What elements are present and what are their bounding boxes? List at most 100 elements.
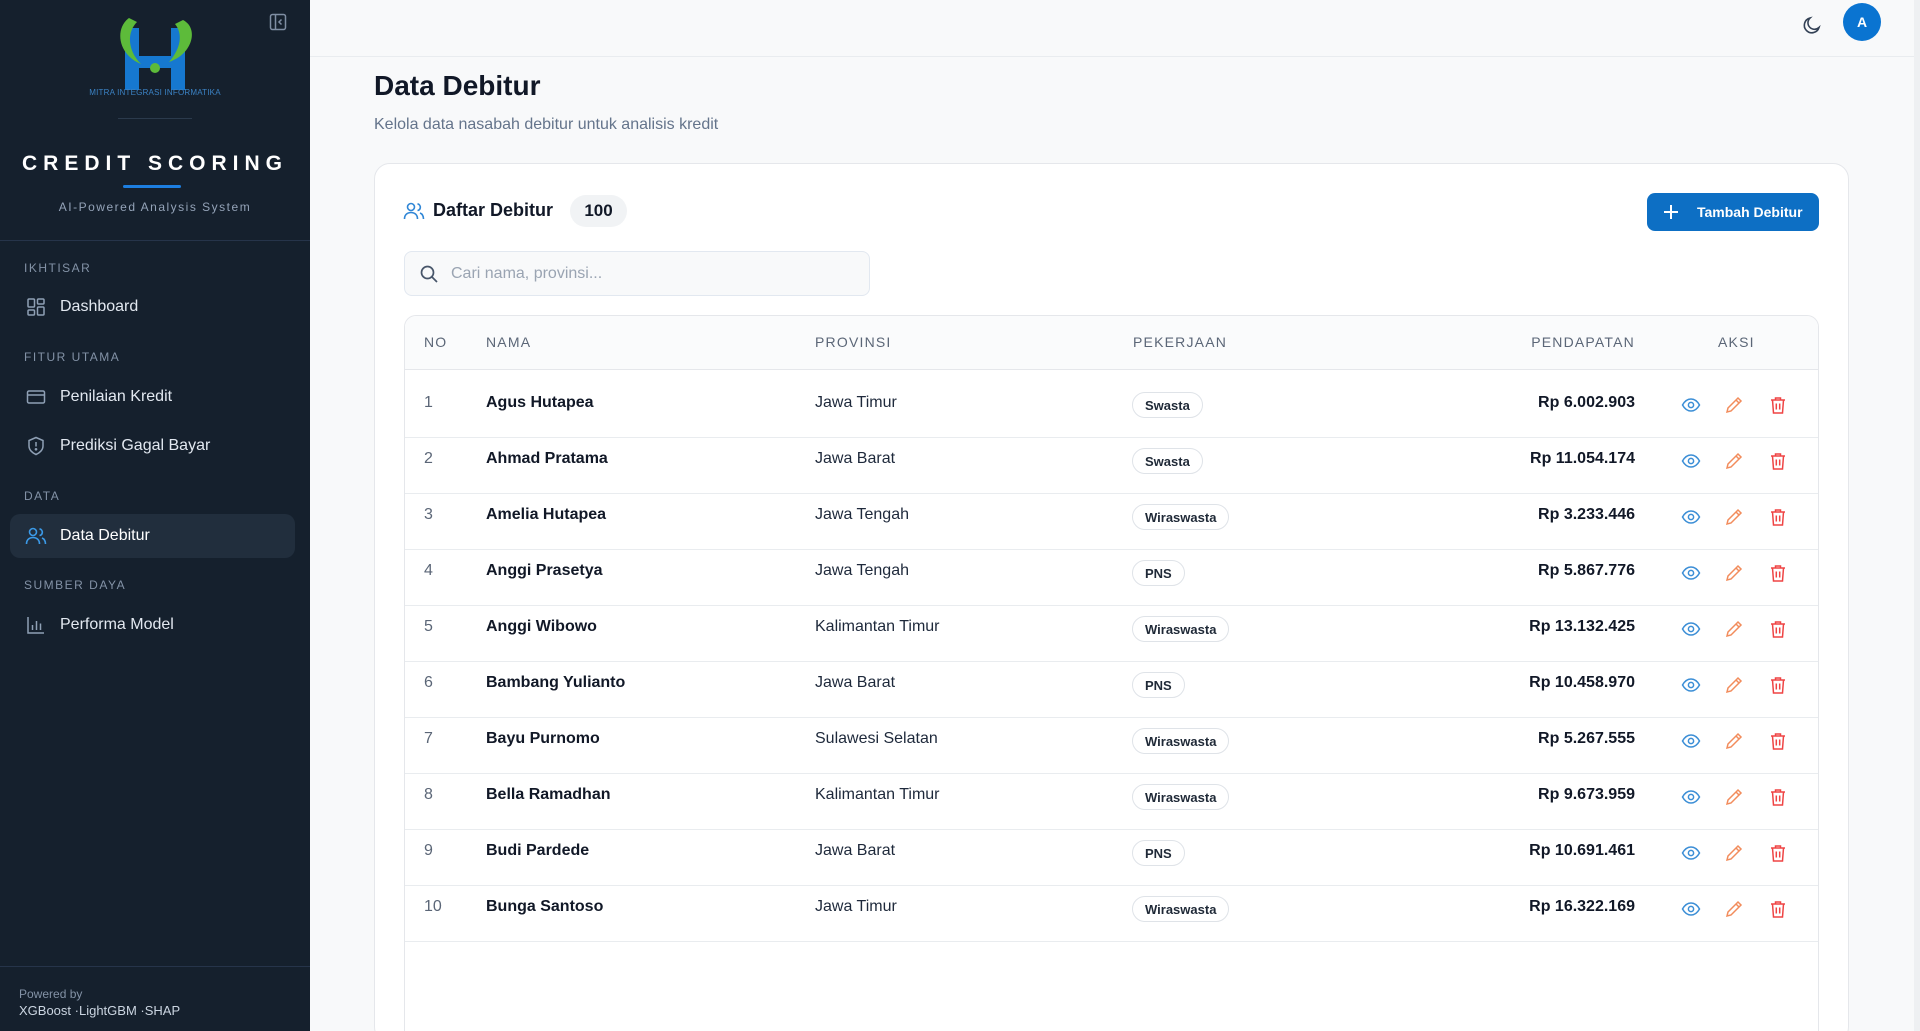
row-provinsi: Jawa Timur bbox=[815, 394, 897, 411]
col-header-aksi: AKSI bbox=[1718, 334, 1755, 350]
brand-title: CREDIT SCORING bbox=[21, 152, 288, 175]
col-header-provinsi: PROVINSI bbox=[815, 334, 892, 350]
view-icon[interactable] bbox=[1680, 562, 1702, 584]
job-badge: PNS bbox=[1132, 672, 1185, 698]
row-nama: Anggi Wibowo bbox=[486, 618, 597, 635]
nav-section-sumber-daya: SUMBER DAYA bbox=[24, 578, 127, 592]
row-pendapatan: Rp 5.267.555 bbox=[1538, 730, 1635, 747]
job-badge: Wiraswasta bbox=[1132, 896, 1230, 922]
sidebar-item-label: Prediksi Gagal Bayar bbox=[60, 437, 211, 454]
col-header-pekerjaan: PEKERJAAN bbox=[1133, 334, 1228, 350]
count-badge: 100 bbox=[570, 195, 627, 227]
row-no: 9 bbox=[424, 842, 433, 859]
row-pendapatan: Rp 6.002.903 bbox=[1538, 394, 1635, 411]
job-badge: Wiraswasta bbox=[1132, 784, 1230, 810]
view-icon[interactable] bbox=[1680, 898, 1702, 920]
row-nama: Agus Hutapea bbox=[486, 394, 594, 411]
row-provinsi: Kalimantan Timur bbox=[815, 618, 940, 635]
job-badge: Swasta bbox=[1132, 448, 1203, 474]
row-no: 6 bbox=[424, 674, 433, 691]
row-pendapatan: Rp 11.054.174 bbox=[1530, 450, 1635, 467]
tech-stack-label: XGBoost ·LightGBM ·SHAP bbox=[19, 1003, 181, 1018]
job-badge: Swasta bbox=[1132, 392, 1203, 418]
view-icon[interactable] bbox=[1680, 730, 1702, 752]
edit-icon[interactable] bbox=[1723, 562, 1745, 584]
bar-chart-icon bbox=[24, 613, 48, 637]
sidebar: MITRA INTEGRASI INFORMATIKA CREDIT SCORI… bbox=[0, 0, 310, 1031]
delete-icon[interactable] bbox=[1767, 506, 1789, 528]
row-nama: Anggi Prasetya bbox=[486, 562, 603, 579]
row-provinsi: Sulawesi Selatan bbox=[815, 730, 938, 747]
sidebar-item-data-debitur[interactable]: Data Debitur bbox=[10, 514, 295, 558]
row-provinsi: Jawa Barat bbox=[815, 674, 896, 691]
nav-section-ikhtisar: IKHTISAR bbox=[24, 261, 92, 275]
delete-icon[interactable] bbox=[1767, 786, 1789, 808]
view-icon[interactable] bbox=[1680, 618, 1702, 640]
avatar[interactable]: A bbox=[1843, 3, 1881, 41]
delete-icon[interactable] bbox=[1767, 674, 1789, 696]
edit-icon[interactable] bbox=[1723, 674, 1745, 696]
sidebar-item-performa-model[interactable]: Performa Model bbox=[10, 603, 295, 647]
scrollbar[interactable] bbox=[1914, 0, 1920, 1031]
table-row: 10 Bunga Santoso Jawa Timur Wiraswasta R… bbox=[405, 874, 1818, 942]
row-no: 2 bbox=[424, 450, 433, 467]
view-icon[interactable] bbox=[1680, 674, 1702, 696]
edit-icon[interactable] bbox=[1723, 506, 1745, 528]
job-badge: Wiraswasta bbox=[1132, 504, 1230, 530]
job-badge: Wiraswasta bbox=[1132, 616, 1230, 642]
edit-icon[interactable] bbox=[1723, 786, 1745, 808]
edit-icon[interactable] bbox=[1723, 730, 1745, 752]
row-pendapatan: Rp 9.673.959 bbox=[1538, 786, 1635, 803]
row-nama: Bambang Yulianto bbox=[486, 674, 626, 691]
delete-icon[interactable] bbox=[1767, 842, 1789, 864]
row-nama: Bayu Purnomo bbox=[486, 730, 600, 747]
row-pendapatan: Rp 10.458.970 bbox=[1529, 674, 1635, 691]
edit-icon[interactable] bbox=[1723, 394, 1745, 416]
view-icon[interactable] bbox=[1680, 394, 1702, 416]
sidebar-item-label: Performa Model bbox=[60, 616, 174, 633]
delete-icon[interactable] bbox=[1767, 450, 1789, 472]
sidebar-item-penilaian-kredit[interactable]: Penilaian Kredit bbox=[10, 375, 295, 419]
moon-icon[interactable] bbox=[1800, 13, 1824, 37]
view-icon[interactable] bbox=[1680, 842, 1702, 864]
col-header-nama: NAMA bbox=[486, 334, 532, 350]
search-input[interactable] bbox=[451, 264, 851, 283]
sidebar-item-label: Penilaian Kredit bbox=[60, 388, 173, 405]
sidebar-item-prediksi-gagal-bayar[interactable]: Prediksi Gagal Bayar bbox=[10, 424, 295, 468]
brand-subtitle: AI-Powered Analysis System bbox=[58, 200, 252, 214]
add-debitur-button[interactable]: Tambah Debitur bbox=[1647, 193, 1819, 231]
delete-icon[interactable] bbox=[1767, 394, 1789, 416]
delete-icon[interactable] bbox=[1767, 618, 1789, 640]
view-icon[interactable] bbox=[1680, 786, 1702, 808]
row-no: 8 bbox=[424, 786, 433, 803]
sidebar-item-dashboard[interactable]: Dashboard bbox=[10, 285, 295, 329]
edit-icon[interactable] bbox=[1723, 898, 1745, 920]
brand-underline bbox=[123, 185, 181, 188]
view-icon[interactable] bbox=[1680, 450, 1702, 472]
edit-icon[interactable] bbox=[1723, 842, 1745, 864]
debitur-table: NO NAMA PROVINSI PEKERJAAN PENDAPATAN AK… bbox=[404, 315, 1819, 1031]
nav-section-data: DATA bbox=[24, 489, 61, 503]
row-pendapatan: Rp 13.132.425 bbox=[1529, 618, 1635, 635]
sidebar-divider bbox=[0, 240, 310, 241]
view-icon[interactable] bbox=[1680, 506, 1702, 528]
row-no: 1 bbox=[424, 394, 433, 411]
add-debitur-label: Tambah Debitur bbox=[1697, 204, 1803, 220]
logo-divider bbox=[118, 118, 192, 119]
row-pendapatan: Rp 16.322.169 bbox=[1529, 898, 1635, 915]
edit-icon[interactable] bbox=[1723, 618, 1745, 640]
edit-icon[interactable] bbox=[1723, 450, 1745, 472]
delete-icon[interactable] bbox=[1767, 562, 1789, 584]
delete-icon[interactable] bbox=[1767, 730, 1789, 752]
sidebar-item-label: Data Debitur bbox=[60, 527, 150, 544]
row-no: 5 bbox=[424, 618, 433, 635]
row-nama: Bunga Santoso bbox=[486, 898, 604, 915]
nav-section-fitur-utama: FITUR UTAMA bbox=[24, 350, 121, 364]
row-pendapatan: Rp 5.867.776 bbox=[1538, 562, 1635, 579]
page-title: Data Debitur bbox=[374, 70, 541, 101]
delete-icon[interactable] bbox=[1767, 898, 1789, 920]
job-badge: Wiraswasta bbox=[1132, 728, 1230, 754]
shield-icon bbox=[24, 434, 48, 458]
row-provinsi: Jawa Barat bbox=[815, 450, 896, 467]
row-no: 7 bbox=[424, 730, 433, 747]
